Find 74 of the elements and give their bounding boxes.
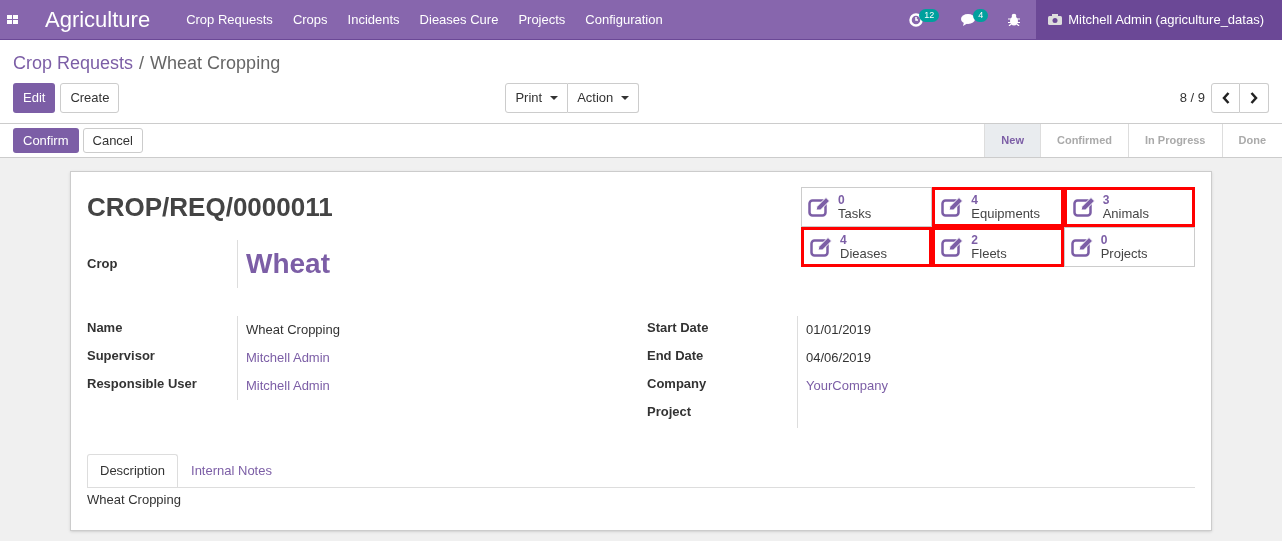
chevron-left-icon (1221, 92, 1230, 104)
create-button[interactable]: Create (60, 83, 120, 113)
stat-label: Projects (1100, 247, 1148, 261)
clock-icon[interactable] (909, 12, 924, 27)
stat-label: Tasks (838, 207, 872, 221)
edit-icon (808, 196, 832, 218)
notification-badge: 12 (919, 9, 940, 22)
edit-icon (810, 236, 834, 258)
stat-count: 0 (838, 193, 846, 207)
breadcrumb-current: Wheat Cropping (150, 52, 281, 74)
field-label: Crop (87, 255, 119, 274)
smart-button[interactable]: 3 Animals (1063, 187, 1195, 227)
stat-count: 4 (840, 233, 848, 247)
field-link[interactable]: Mitchell Admin (246, 378, 330, 393)
field-label: Responsible User (87, 375, 198, 393)
stat-label: Fleets (971, 247, 1007, 261)
smart-button[interactable]: 0 Tasks (801, 187, 933, 227)
notification-badge: 4 (973, 9, 989, 22)
previous-button[interactable] (1211, 83, 1240, 113)
stat-label: Dieases (840, 247, 887, 261)
pager-counter: 8 / 9 (1179, 89, 1205, 108)
stat-label: Equipments (971, 207, 1040, 221)
stat-count: 3 (1102, 193, 1111, 207)
smart-button[interactable]: 2 Fleets (932, 227, 1064, 267)
menu-item[interactable]: Dieases Cure (409, 9, 509, 30)
field-link[interactable]: Mitchell Admin (246, 350, 330, 365)
field-value: Wheat Cropping (246, 322, 340, 337)
next-button[interactable] (1240, 83, 1269, 113)
caret-icon (550, 96, 559, 100)
menu-item[interactable]: Projects (508, 9, 576, 30)
stat-count: 4 (971, 193, 979, 207)
field-link[interactable]: YourCompany (806, 378, 888, 393)
user-menu[interactable]: Mitchell Admin (agriculture_datas) (1036, 0, 1282, 39)
breadcrumb-separator: / (139, 52, 145, 74)
field-value: 04/06/2019 (806, 350, 872, 365)
record-reference: CROP/REQ/0000011 (87, 191, 334, 224)
stat-label: Animals (1102, 207, 1149, 221)
notebook-tab[interactable]: Internal Notes (178, 454, 285, 487)
notebook-tab[interactable]: Description (87, 454, 179, 487)
field-label: Project (647, 403, 693, 421)
breadcrumb-link[interactable]: Crop Requests (13, 52, 134, 74)
edit-button[interactable]: Edit (13, 83, 56, 113)
menu-item[interactable]: Crop Requests (176, 9, 283, 30)
caret-icon (621, 96, 630, 100)
menu-item[interactable]: Configuration (575, 9, 673, 30)
edit-icon (941, 236, 966, 258)
app-title: Agriculture (45, 6, 151, 34)
field-value: 01/01/2019 (806, 322, 872, 337)
field-label: Supervisor (87, 347, 156, 365)
crop-value[interactable]: Wheat (246, 243, 330, 285)
menu-item[interactable]: Crops (282, 9, 338, 30)
print-dropdown[interactable]: Print (505, 83, 569, 113)
field-label: Start Date (647, 319, 710, 337)
camera-icon (1048, 14, 1063, 25)
tab-content-text: Wheat Cropping (87, 491, 182, 509)
stat-count: 0 (1100, 233, 1109, 247)
field-label: Company (647, 375, 708, 393)
edit-icon (1070, 236, 1095, 258)
stat-count: 2 (971, 233, 979, 247)
action-dropdown[interactable]: Action (568, 83, 640, 113)
bug-icon[interactable] (1008, 13, 1021, 26)
cancel-button[interactable]: Cancel (82, 128, 143, 153)
edit-icon (1072, 196, 1097, 218)
apps-menu-icon[interactable] (7, 14, 19, 25)
confirm-button[interactable]: Confirm (13, 128, 79, 153)
stage-step[interactable]: New (984, 124, 1040, 157)
menu-item[interactable]: Incidents (337, 9, 410, 30)
smart-button[interactable]: 4 Dieases (801, 227, 933, 267)
smart-button[interactable]: 0 Projects (1063, 227, 1195, 267)
field-label: End Date (647, 347, 705, 365)
chevron-right-icon (1250, 92, 1258, 104)
smart-button[interactable]: 4 Equipments (932, 187, 1064, 227)
field-label: Name (87, 319, 124, 337)
edit-icon (941, 196, 966, 218)
